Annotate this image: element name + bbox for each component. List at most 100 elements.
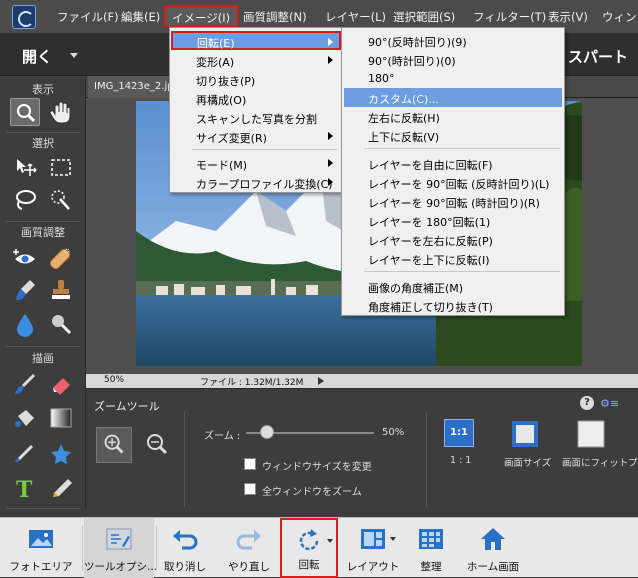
blur-tool-icon[interactable] — [10, 310, 40, 338]
submenu-arrow-icon — [328, 132, 333, 140]
paint-bucket-tool-icon[interactable] — [10, 404, 40, 432]
resize-windows-label: ウィンドウサイズを変更 — [262, 462, 372, 473]
type-tool-icon[interactable]: T — [10, 474, 40, 502]
zoom-slider-thumb[interactable] — [260, 425, 274, 439]
fit-screen-label: 画面サイズ — [504, 458, 552, 469]
rotate-submenu: 90°(反時計回り)(9) 90°(時計回り)(0) 180° カスタム(C).… — [341, 27, 565, 316]
image-menu-dropdown: 回転(E) 変形(A) 切り抜き(P) 再構成(O) スキャンした写真を分割 サ… — [169, 27, 342, 193]
resize-windows-checkbox[interactable] — [244, 458, 256, 470]
menu-select[interactable]: 選択範囲(S) — [393, 9, 455, 25]
open-dropdown-icon[interactable] — [70, 53, 78, 58]
quick-selection-tool-icon[interactable] — [46, 186, 76, 214]
menu-item-mode[interactable]: モード(M) — [172, 154, 339, 173]
spot-healing-tool-icon[interactable] — [46, 244, 76, 272]
menu-item-transform-label: 変形(A) — [196, 56, 235, 69]
layout-dropdown-icon[interactable] — [390, 537, 396, 541]
submenu-arrow-icon — [328, 159, 333, 167]
rotate-90-cw[interactable]: 90°(時計回り)(0) — [344, 50, 562, 69]
home-screen-label: ホーム画面 — [466, 561, 520, 573]
panel-menu-icon[interactable]: ⚙≡ — [600, 397, 619, 410]
smart-brush-tool-icon[interactable] — [10, 276, 40, 304]
fit-screen-icon — [512, 421, 538, 447]
menu-item-crop[interactable]: 切り抜き(P) — [172, 70, 339, 89]
rotate-label: 回転 — [298, 559, 320, 571]
rotate-90-ccw[interactable]: 90°(反時計回り)(9) — [344, 31, 562, 50]
menu-edit[interactable]: 編集(E) — [121, 9, 160, 25]
menu-item-divide-scanned[interactable]: スキャンした写真を分割 — [172, 108, 339, 127]
straighten-image[interactable]: 画像の角度補正(M) — [344, 277, 562, 296]
redo-button[interactable]: やり直し — [222, 518, 276, 578]
menu-enhance[interactable]: 画質調整(N) — [243, 9, 307, 25]
menu-item-resize[interactable]: サイズ変更(R) — [172, 127, 339, 146]
rotate-180[interactable]: 180° — [344, 69, 562, 88]
open-button[interactable]: 開く — [22, 46, 52, 67]
menu-window[interactable]: ウィンド — [602, 9, 638, 25]
home-icon — [481, 528, 505, 550]
fit-screen-button[interactable] — [510, 419, 540, 449]
tool-options-panel: ズームツール ? ⚙≡ ズーム : 50% ウィンドウサイズを変更 全ウィンドウ… — [86, 388, 638, 517]
brush-tool-icon[interactable] — [10, 370, 40, 398]
help-icon[interactable]: ? — [580, 396, 594, 410]
menu-item-recompose[interactable]: 再構成(O) — [172, 89, 339, 108]
layout-button[interactable]: レイアウト — [346, 518, 400, 578]
clone-stamp-tool-icon[interactable] — [46, 276, 76, 304]
menu-layer[interactable]: レイヤー(L) — [325, 9, 386, 25]
menu-item-rotate[interactable]: 回転(E) — [171, 31, 341, 50]
rotate-custom[interactable]: カスタム(C)... — [344, 88, 562, 107]
zoom-all-windows-checkbox[interactable] — [244, 483, 256, 495]
menu-file[interactable]: ファイル(F) — [57, 9, 119, 25]
flip-horizontal[interactable]: 左右に反転(H) — [344, 107, 562, 126]
fill-screen-button[interactable] — [576, 419, 606, 449]
pencil-tool-icon[interactable] — [46, 474, 76, 502]
menu-item-convert-profile[interactable]: カラープロファイル変換(C) — [172, 173, 339, 192]
submenu-arrow-icon — [328, 56, 333, 64]
move-tool-icon[interactable] — [10, 154, 40, 182]
layer-rotate-90-cw[interactable]: レイヤーを 90°回転 (時計回り)(R) — [344, 192, 562, 211]
menu-image[interactable]: イメージ(I) — [164, 5, 239, 27]
layer-rotate-90-ccw[interactable]: レイヤーを 90°回転 (反時計回り)(L) — [344, 173, 562, 192]
lasso-tool-icon[interactable] — [10, 186, 40, 214]
gradient-tool-icon[interactable] — [46, 404, 76, 432]
menu-item-transform[interactable]: 変形(A) — [172, 51, 339, 70]
eyedropper-tool-icon[interactable] — [10, 440, 40, 468]
tool-options-button[interactable]: ツールオプシ... — [84, 518, 158, 578]
svg-text:T: T — [16, 477, 33, 502]
marquee-tool-icon[interactable] — [46, 154, 76, 182]
tool-options-title: ズームツール — [94, 400, 160, 413]
app-logo-icon — [12, 5, 36, 29]
organize-label: 整理 — [420, 561, 442, 573]
status-zoom: 50% — [104, 375, 125, 385]
status-menu-arrow-icon[interactable] — [318, 377, 324, 385]
custom-shape-tool-icon[interactable] — [46, 440, 76, 468]
menu-view[interactable]: 表示(V) — [548, 9, 588, 25]
rotate-button[interactable]: 回転 — [280, 518, 338, 578]
photo-bin-button[interactable]: フォトエリア — [8, 518, 74, 578]
zoom-1to1-button[interactable]: 1:1 — [444, 419, 474, 449]
layer-rotate-180[interactable]: レイヤーを 180°回転(1) — [344, 211, 562, 230]
hand-tool-icon[interactable] — [46, 98, 76, 126]
straighten-and-crop[interactable]: 角度補正して切り抜き(T) — [344, 296, 562, 315]
tools-section-enhance: 画質調整 — [21, 226, 65, 239]
undo-label: 取り消し — [164, 561, 206, 573]
zoom-out-button[interactable] — [142, 429, 172, 459]
menu-filter[interactable]: フィルター(T) — [473, 9, 546, 25]
rotate-dropdown-icon[interactable] — [327, 539, 333, 543]
flip-vertical[interactable]: 上下に反転(V) — [344, 126, 562, 145]
layer-flip-vertical[interactable]: レイヤーを上下に反転(I) — [344, 249, 562, 268]
sponge-tool-icon[interactable] — [46, 310, 76, 338]
zoom-tool-icon[interactable] — [10, 98, 40, 126]
home-screen-button[interactable]: ホーム画面 — [460, 518, 526, 578]
organize-button[interactable]: 整理 — [406, 518, 456, 578]
menu-item-resize-label: サイズ変更(R) — [196, 132, 267, 145]
zoom-in-button[interactable] — [96, 427, 132, 463]
undo-button[interactable]: 取り消し — [160, 518, 210, 578]
red-eye-tool-icon[interactable] — [10, 244, 40, 272]
eraser-tool-icon[interactable] — [46, 370, 76, 398]
mode-expert-tab[interactable]: スパート — [568, 46, 628, 67]
layer-flip-horizontal[interactable]: レイヤーを左右に反転(P) — [344, 230, 562, 249]
tool-options-label: ツールオプシ... — [84, 561, 158, 573]
layout-label: レイアウト — [346, 561, 400, 573]
tools-section-view: 表示 — [32, 83, 54, 96]
tools-panel: 表示 選択 画質調整 描画 T — [0, 76, 86, 518]
layer-free-rotate[interactable]: レイヤーを自由に回転(F) — [344, 154, 562, 173]
